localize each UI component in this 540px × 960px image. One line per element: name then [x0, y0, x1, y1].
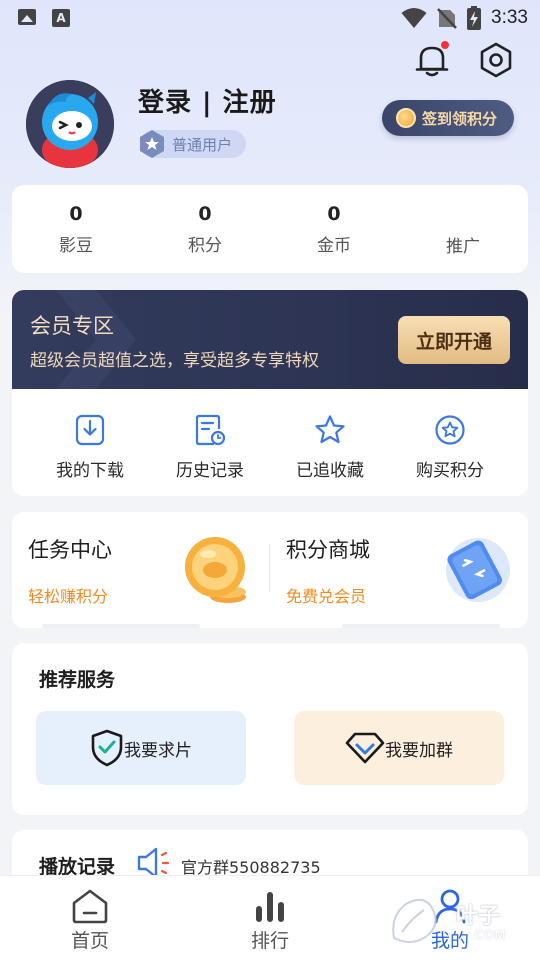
stat-promotion[interactable]: 推广	[423, 203, 503, 257]
user-level-text: 普通用户	[172, 136, 233, 154]
avatar[interactable]	[26, 80, 114, 168]
vip-item-label: 我的下载	[56, 461, 124, 481]
battery-charging-icon	[467, 6, 482, 30]
shield-check-icon	[91, 729, 123, 767]
task-shop-card: 任务中心 轻松赚积分 积分商城 免费兑会员	[12, 512, 528, 628]
history-item[interactable]: 历史记录	[150, 414, 270, 481]
nav-home[interactable]: 首页	[45, 888, 135, 953]
watermark-subtext: .COM	[470, 928, 506, 942]
history-icon	[195, 414, 226, 446]
vip-shortcuts: 我的下载 历史记录 已追收藏 购买积分	[12, 402, 528, 482]
task-center-subtitle: 轻松赚积分	[28, 587, 109, 606]
gold-coins-icon	[185, 537, 246, 603]
my-downloads-item[interactable]: 我的下载	[30, 414, 150, 481]
stat-value: 0	[69, 203, 83, 225]
stat-value: 0	[327, 203, 341, 225]
stat-points[interactable]: 0 积分	[165, 203, 245, 256]
gallery-notification-icon	[18, 9, 36, 25]
settings-icon[interactable]	[476, 40, 516, 80]
recommend-title: 推荐服务	[39, 669, 116, 691]
stat-coins[interactable]: 0 金币	[294, 203, 374, 256]
vip-item-label: 已追收藏	[296, 461, 364, 481]
stat-label: 金币	[317, 236, 351, 256]
status-time: 3:33	[491, 7, 528, 28]
stat-yingdou[interactable]: 0 影豆	[36, 203, 116, 256]
stats-card: 0 影豆 0 积分 0 金币 推广	[12, 185, 528, 273]
points-shop-title: 积分商城	[286, 538, 370, 562]
notification-dot	[441, 41, 449, 49]
join-group-button[interactable]: 我要加群	[294, 711, 504, 785]
stat-value	[423, 203, 503, 226]
exchange-card-icon	[446, 538, 510, 602]
stat-label: 推广	[446, 237, 480, 257]
download-icon	[75, 414, 105, 446]
nav-label: 首页	[70, 930, 109, 952]
checkin-button[interactable]: 签到领积分	[382, 100, 514, 136]
user-level-badge: 普通用户	[140, 130, 246, 158]
task-center-entry[interactable]: 任务中心 轻松赚积分	[12, 512, 269, 628]
diamond-icon	[345, 732, 385, 764]
watermark-text: 叶子	[456, 904, 501, 929]
stat-value: 0	[198, 203, 212, 225]
no-sim-icon	[437, 8, 457, 29]
vip-title: 会员专区	[30, 314, 114, 338]
vip-banner[interactable]: 会员专区 超级会员超值之选，享受超多专享特权 立即开通	[12, 290, 528, 389]
vip-description: 超级会员超值之选，享受超多专享特权	[30, 351, 319, 371]
status-bar: A 3:33	[0, 0, 540, 36]
task-center-title: 任务中心	[28, 538, 112, 562]
request-film-label: 我要求片	[124, 740, 192, 761]
vip-card: 会员专区 超级会员超值之选，享受超多专享特权 立即开通 我的下载 历史记录 已追…	[12, 290, 528, 496]
recommend-card: 推荐服务 我要求片 我要加群	[12, 643, 528, 815]
points-shop-entry[interactable]: 积分商城 免费兑会员	[270, 512, 528, 628]
nav-label: 排行	[250, 930, 289, 952]
home-icon	[72, 889, 108, 924]
stat-label: 积分	[188, 236, 222, 256]
checkin-label: 签到领积分	[422, 109, 498, 128]
vip-item-label: 购买积分	[416, 461, 484, 481]
favorites-item[interactable]: 已追收藏	[270, 414, 390, 481]
vip-item-label: 历史记录	[176, 461, 244, 481]
font-notification-icon: A	[52, 9, 70, 27]
login-register-link[interactable]: 登录 | 注册	[138, 82, 277, 119]
ranking-icon	[256, 892, 284, 922]
vip-open-button[interactable]: 立即开通	[398, 316, 510, 364]
card-shadow	[42, 624, 200, 628]
wifi-icon	[401, 8, 427, 28]
shield-star-icon	[140, 130, 164, 158]
card-shadow	[342, 624, 500, 628]
buy-points-item[interactable]: 购买积分	[390, 414, 510, 481]
coin-icon	[396, 108, 416, 128]
request-film-button[interactable]: 我要求片	[36, 711, 246, 785]
star-icon	[315, 415, 345, 444]
join-group-label: 我要加群	[385, 740, 453, 761]
avatar-mascot-icon	[26, 80, 114, 168]
stat-label: 影豆	[59, 236, 93, 256]
star-circle-icon	[435, 415, 465, 445]
nav-ranking[interactable]: 排行	[225, 888, 315, 953]
points-shop-subtitle: 免费兑会员	[286, 587, 367, 606]
